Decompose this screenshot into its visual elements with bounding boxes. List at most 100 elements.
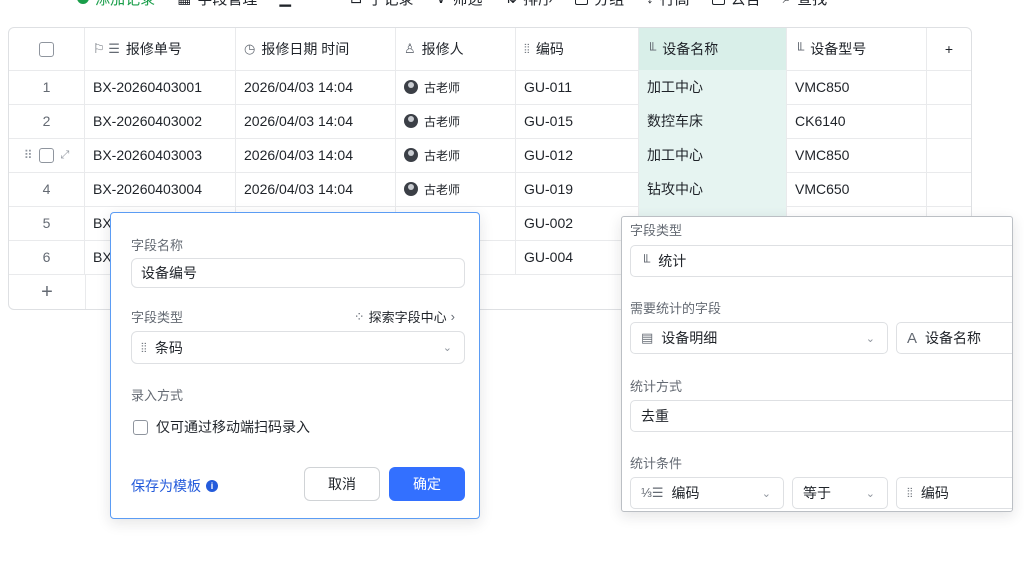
field-type-label: 字段类型	[131, 310, 184, 325]
input-mode-label: 录入方式	[131, 388, 184, 403]
save-as-template-link[interactable]: 保存为模板 i	[131, 476, 218, 496]
plus-circle-icon	[77, 0, 90, 4]
reporter-cell[interactable]: 古老师	[396, 104, 516, 138]
header-order-no[interactable]: ⚐ ☰ 报修单号	[85, 28, 236, 70]
add-row-button[interactable]: +	[9, 275, 86, 309]
device-name-cell[interactable]: 加工中心	[639, 138, 787, 172]
code-cell[interactable]: GU-019	[516, 172, 639, 206]
redo-icon[interactable]: ↷	[43, 0, 56, 7]
row-height-icon: ↕	[646, 0, 654, 7]
table-row[interactable]: ⠿ ⤢ BX-20260403003 2026/04/03 14:04 古老师 …	[9, 138, 971, 173]
device-model-cell[interactable]: VMC650	[787, 172, 927, 206]
drag-handle-icon[interactable]: ⠿	[24, 148, 34, 162]
mobile-scan-option[interactable]: 仅可通过移动端扫码录入	[133, 417, 310, 437]
stats-icon: ╙	[641, 253, 651, 269]
date-cell[interactable]: 2026/04/03 14:04	[236, 104, 396, 138]
number-list-icon: ⅓☰	[641, 485, 664, 500]
barcode-icon: ⦙⦙	[141, 339, 147, 355]
explore-field-center-link[interactable]: ⁘ 探索字段中心 ›	[354, 307, 455, 326]
select-all-cell[interactable]	[9, 28, 85, 70]
field-name-label: 字段名称	[131, 238, 184, 253]
sub-record-button[interactable]: ⊟子记录	[350, 0, 414, 8]
filter-button[interactable]: ⊽筛选	[436, 0, 483, 8]
table-row[interactable]: 2 BX-20260403002 2026/04/03 14:04 古老师 GU…	[9, 104, 971, 139]
table-icon: ▤	[641, 330, 654, 345]
device-name-cell[interactable]: 数控车床	[639, 104, 787, 138]
order-cell[interactable]: BX-20260403002	[85, 104, 236, 138]
header-reporter[interactable]: ♙ 报修人	[396, 28, 516, 70]
date-cell[interactable]: 2026/04/03 14:04	[236, 138, 396, 172]
header-device-model[interactable]: ╙ 设备型号	[787, 28, 927, 70]
clock-icon: ◷	[244, 41, 256, 56]
subrecord-icon: ⊟	[350, 0, 363, 7]
row-height-button[interactable]: ↕行高	[646, 0, 690, 8]
announcement-icon	[711, 0, 725, 5]
underline-icon: ▁	[279, 0, 291, 7]
avatar	[404, 148, 418, 162]
announcement-button[interactable]: 公告	[711, 0, 761, 8]
stats-type-select[interactable]: ╙ 统计	[630, 245, 1012, 277]
date-cell[interactable]: 2026/04/03 14:04	[236, 172, 396, 206]
cancel-button[interactable]: 取消	[304, 467, 380, 501]
select-all-checkbox[interactable]	[39, 41, 54, 57]
field-type-select[interactable]: ⦙⦙ 条码 ⌄	[131, 331, 465, 364]
code-cell[interactable]: GU-011	[516, 70, 639, 104]
header-code[interactable]: ⦙⦙ 编码	[516, 28, 639, 70]
stats-method-select[interactable]: 去重	[630, 400, 1012, 432]
field-manage-button[interactable]: ▦字段管理	[177, 0, 257, 8]
header-device-name[interactable]: ╙ 设备名称	[639, 28, 787, 70]
row-checkbox[interactable]	[39, 147, 55, 163]
info-icon: i	[206, 480, 218, 492]
confirm-button[interactable]: 确定	[389, 467, 465, 501]
chevron-down-icon: ⌄	[442, 342, 452, 354]
table-row[interactable]: 4 BX-20260403004 2026/04/03 14:04 古老师 GU…	[9, 172, 971, 207]
row-index: 1	[9, 70, 85, 104]
order-cell[interactable]: BX-20260403003	[85, 138, 236, 172]
flag-list-icon: ⚐ ☰	[93, 41, 120, 56]
add-column-button[interactable]: +	[927, 28, 971, 70]
device-model-cell[interactable]: VMC850	[787, 70, 927, 104]
avatar	[404, 80, 418, 94]
source-field-select[interactable]: A 设备名称	[896, 322, 1012, 354]
add-record-button[interactable]: 添加记录	[77, 0, 155, 8]
grid-icon: ▦	[177, 0, 191, 7]
chevron-down-icon: ⌄	[865, 487, 875, 500]
reporter-cell[interactable]: 古老师	[396, 70, 516, 104]
sort-button[interactable]: ⇅排序	[505, 0, 554, 8]
code-cell[interactable]: GU-012	[516, 138, 639, 172]
field-editor-popup: 字段名称 设备编号 字段类型 ⁘ 探索字段中心 › ⦙⦙ 条码 ⌄ 录入方式 仅…	[110, 212, 480, 519]
stats-type-label: 字段类型	[630, 223, 683, 238]
device-name-cell[interactable]: 钻攻中心	[639, 172, 787, 206]
condition-value-select[interactable]: ⦙⦙ 编码	[896, 477, 1012, 509]
stats-config-popup: 字段类型 ╙ 统计 需要统计的字段 ▤ 设备明细 ⌄ A 设备名称 统计方式 去…	[621, 216, 1013, 512]
search-icon: ⌕	[783, 0, 791, 7]
table-row[interactable]: 1 BX-20260403001 2026/04/03 14:04 古老师 GU…	[9, 70, 971, 105]
chevron-down-icon: ⌄	[865, 332, 875, 345]
toolbar: ↶ ↷ 添加记录 ▦字段管理 ▁ ⋯ ⊟子记录 ⊽筛选 ⇅排序 分组 ↕行高 公…	[0, 0, 1024, 8]
device-name-cell[interactable]: 加工中心	[639, 70, 787, 104]
stats-method-label: 统计方式	[630, 379, 683, 394]
avatar	[404, 182, 418, 196]
sort-icon: ⇅	[505, 0, 518, 7]
device-model-cell[interactable]: CK6140	[787, 104, 927, 138]
reporter-cell[interactable]: 古老师	[396, 138, 516, 172]
condition-field-select[interactable]: ⅓☰ 编码 ⌄	[630, 477, 784, 509]
reporter-cell[interactable]: 古老师	[396, 172, 516, 206]
more-button[interactable]: ⋯	[313, 0, 328, 7]
search-button[interactable]: ⌕查找	[783, 0, 827, 8]
code-cell[interactable]: GU-015	[516, 104, 639, 138]
filter-icon: ⊽	[436, 0, 447, 7]
header-date[interactable]: ◷ 报修日期 时间	[236, 28, 396, 70]
format-button[interactable]: ▁	[279, 0, 291, 7]
undo-icon[interactable]: ↶	[8, 0, 21, 7]
field-name-input[interactable]: 设备编号	[131, 258, 465, 288]
source-table-select[interactable]: ▤ 设备明细 ⌄	[630, 322, 888, 354]
order-cell[interactable]: BX-20260403001	[85, 70, 236, 104]
order-cell[interactable]: BX-20260403004	[85, 172, 236, 206]
device-model-cell[interactable]: VMC850	[787, 138, 927, 172]
date-cell[interactable]: 2026/04/03 14:04	[236, 70, 396, 104]
group-button[interactable]: 分组	[575, 0, 624, 8]
expand-icon[interactable]: ⤢	[60, 149, 69, 162]
condition-operator-select[interactable]: 等于 ⌄	[792, 477, 888, 509]
mobile-scan-checkbox[interactable]	[133, 419, 148, 435]
